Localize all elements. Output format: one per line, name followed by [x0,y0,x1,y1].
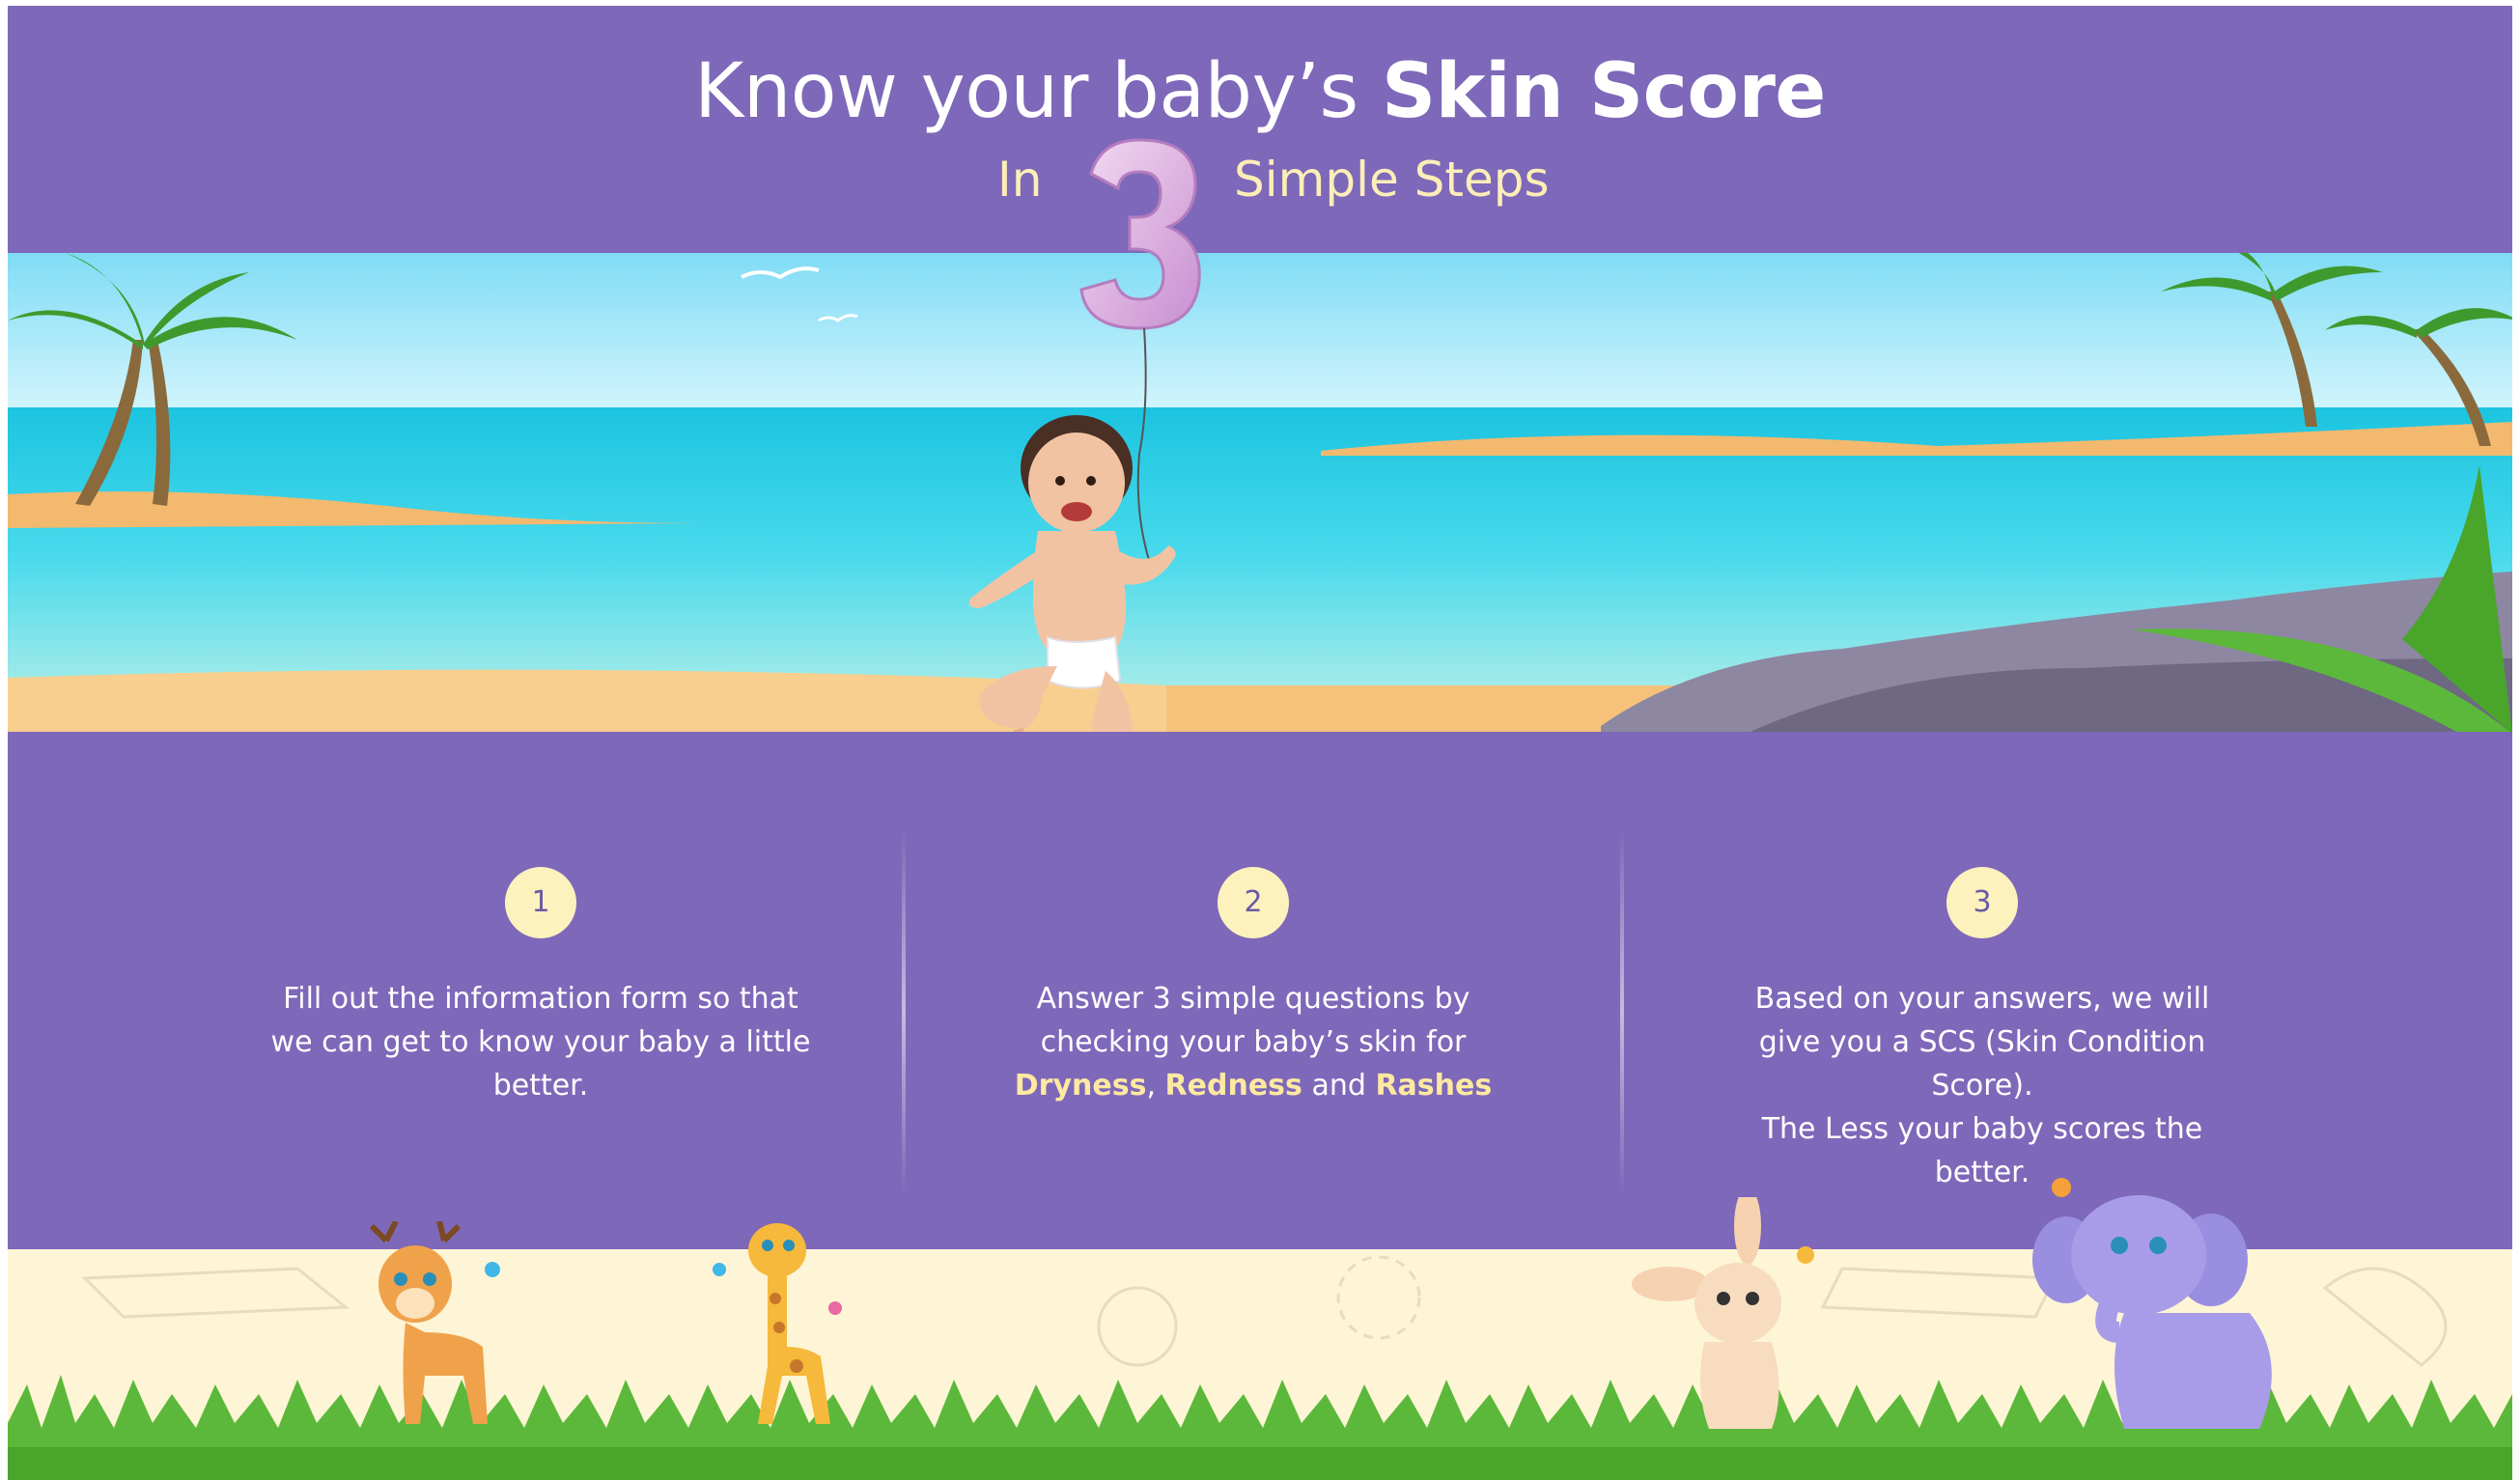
elephant-icon [2032,1178,2272,1429]
butterfly-icon [1797,1246,1814,1264]
title-regular: Know your baby’s [694,48,1358,135]
highlight-redness: Redness [1164,1069,1302,1103]
beach-scene [8,253,2512,734]
step-3: 3 Based on your answers, we will give yo… [1683,867,2282,1194]
step-number-badge: 1 [505,867,576,938]
step-2: 2 Answer 3 simple questions by checking … [964,867,1543,1107]
header-banner: Know your baby’s Skin Score In Simple St… [8,6,2512,255]
title-bold: Skin Score [1381,48,1826,135]
step-number-badge: 2 [1218,867,1289,938]
step-divider [902,828,906,1195]
subtitle-prefix: In [997,152,1043,208]
butterfly-icon [713,1263,726,1276]
page-title: Know your baby’s Skin Score [8,48,2512,135]
step-number-badge: 3 [1946,867,2018,938]
subtitle-suffix: Simple Steps [1234,152,1550,208]
butterfly-icon [828,1301,842,1315]
step-description: Based on your answers, we will give you … [1754,982,2210,1189]
giraffe-icon [713,1223,842,1424]
butterfly-icon [2052,1178,2071,1197]
highlight-dryness: Dryness [1014,1069,1147,1103]
step-1: 1 Fill out the information form so that … [251,867,830,1107]
step-divider [1620,828,1624,1195]
bunny-icon [1632,1197,1814,1429]
step-description: Fill out the information form so that we… [270,982,811,1103]
deer-icon [369,1221,500,1424]
butterfly-icon [485,1262,500,1277]
highlight-rashes: Rashes [1375,1069,1493,1103]
step-description: Answer 3 simple questions by checking yo… [1014,982,1493,1103]
